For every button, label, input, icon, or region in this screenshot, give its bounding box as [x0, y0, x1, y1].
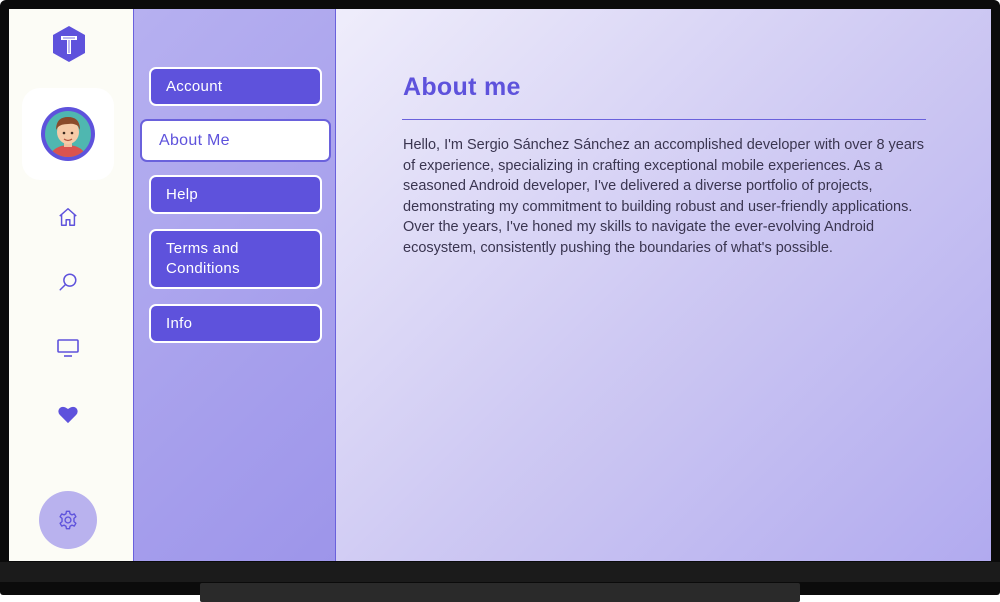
profile-avatar-card[interactable] [22, 88, 114, 180]
menu-item-label: Account [166, 77, 223, 95]
gear-icon [57, 509, 79, 531]
menu-item-label: Terms and Conditions [166, 240, 240, 277]
tv-stand [200, 583, 800, 602]
title-divider [402, 119, 926, 120]
menu-item-info[interactable]: Info [149, 304, 322, 343]
avatar [40, 106, 96, 162]
menu-item-label: Help [166, 185, 199, 203]
app-logo-icon [51, 25, 87, 63]
tv-screen: Account About Me Help Terms and Conditio… [9, 9, 991, 561]
content-area: About me Hello, I'm Sergio Sánchez Sánch… [336, 9, 991, 561]
about-me-text: Hello, I'm Sergio Sánchez Sánchez an acc… [403, 137, 925, 256]
nav-rail [9, 9, 133, 561]
menu-item-label: About Me [159, 131, 230, 149]
heart-icon[interactable] [56, 402, 80, 426]
page-title: About me [403, 73, 521, 101]
tv-bottom-bezel [0, 562, 1000, 582]
menu-item-label: Info [166, 314, 193, 332]
home-icon[interactable] [56, 205, 80, 229]
menu-item-account[interactable]: Account [149, 67, 322, 106]
settings-menu-panel: Account About Me Help Terms and Conditio… [133, 9, 336, 561]
menu-item-terms[interactable]: Terms and Conditions [149, 229, 322, 289]
menu-item-about-me[interactable]: About Me [140, 119, 331, 162]
search-icon[interactable] [56, 270, 80, 294]
tv-icon[interactable] [56, 336, 80, 360]
menu-item-help[interactable]: Help [149, 175, 322, 214]
settings-button[interactable] [39, 491, 97, 549]
